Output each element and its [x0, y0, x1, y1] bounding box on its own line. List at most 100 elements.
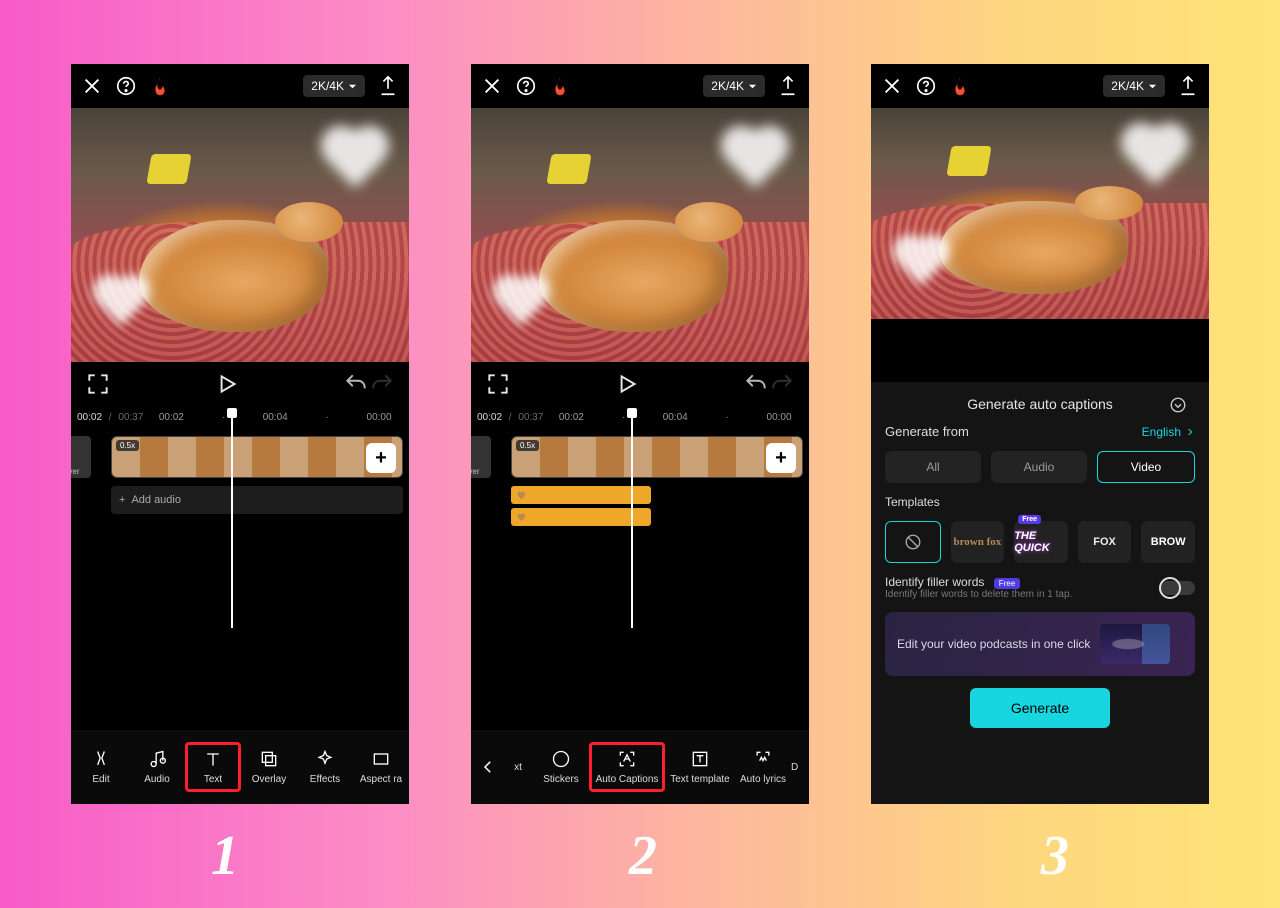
- tool-overlay[interactable]: Overlay: [241, 749, 297, 785]
- filler-label: Identify filler words: [885, 575, 984, 589]
- generate-from-label: Generate from: [885, 424, 969, 439]
- tool-effects[interactable]: Effects: [297, 749, 353, 785]
- bottom-toolbar: xt Stickers Auto Captions Text template …: [471, 730, 809, 804]
- template-brow[interactable]: BROW: [1141, 521, 1195, 563]
- tool-edit[interactable]: Edit: [73, 749, 129, 785]
- promo-wave-graphic: [1100, 624, 1170, 664]
- tool-stickers[interactable]: Stickers: [533, 749, 589, 785]
- bottom-toolbar: Edit Audio Text Overlay Effects Aspect r…: [71, 730, 409, 804]
- fullscreen-icon[interactable]: [85, 371, 111, 397]
- help-icon[interactable]: [915, 75, 937, 97]
- tool-draw-partial[interactable]: D: [791, 762, 809, 773]
- ruler-tick: 00:00: [355, 412, 403, 423]
- video-clip[interactable]: 0.5x +: [111, 436, 403, 478]
- tool-auto-lyrics[interactable]: Auto lyrics: [735, 749, 791, 785]
- clip-speed-badge: 0.5x: [516, 440, 539, 451]
- quality-selector[interactable]: 2K/4K: [303, 75, 365, 97]
- transport-controls: [471, 362, 809, 406]
- playhead[interactable]: [231, 414, 233, 628]
- effect-track-1[interactable]: [511, 486, 651, 504]
- add-clip-button[interactable]: +: [766, 443, 796, 473]
- timeline[interactable]: ver 0.5x + +Add audio: [71, 428, 409, 638]
- toolbar-back-button[interactable]: [473, 758, 503, 776]
- template-brownfox[interactable]: brown fox: [951, 521, 1005, 563]
- time-current: 00:02: [477, 412, 502, 423]
- heart-overlay-icon: [1115, 125, 1195, 197]
- ruler-tick: 00:02: [147, 412, 195, 423]
- streak-icon[interactable]: [149, 75, 171, 97]
- template-none[interactable]: [885, 521, 941, 563]
- heart-overlay-icon: [888, 237, 954, 296]
- play-button[interactable]: [214, 371, 240, 397]
- time-ruler[interactable]: 00:02 / 00:37 00:02· 00:04· 00:00: [471, 406, 809, 428]
- undo-button[interactable]: [343, 371, 369, 397]
- cover-thumbnail[interactable]: ver: [71, 436, 91, 478]
- video-clip[interactable]: 0.5x +: [511, 436, 803, 478]
- heart-overlay-icon: [715, 128, 795, 200]
- generate-button[interactable]: Generate: [970, 688, 1110, 728]
- ruler-tick: 00:04: [251, 412, 299, 423]
- effect-track-2[interactable]: [511, 508, 651, 526]
- video-preview[interactable]: [871, 108, 1209, 319]
- close-icon[interactable]: [81, 75, 103, 97]
- quality-selector[interactable]: 2K/4K: [1103, 75, 1165, 97]
- tool-auto-captions[interactable]: Auto Captions: [589, 742, 665, 792]
- redo-button: [769, 371, 795, 397]
- time-current: 00:02: [77, 412, 102, 423]
- templates-row: brown fox Free THE QUICK FOX BROW: [885, 521, 1195, 563]
- auto-captions-sheet: Generate auto captions Generate from Eng…: [871, 382, 1209, 804]
- topbar: 2K/4K: [871, 64, 1209, 108]
- seg-video[interactable]: Video: [1097, 451, 1195, 483]
- tool-aspect-ratio[interactable]: Aspect ra: [353, 749, 409, 785]
- step-number-2: 2: [474, 824, 812, 888]
- add-clip-button[interactable]: +: [366, 443, 396, 473]
- heart-overlay-icon: [88, 276, 154, 335]
- filler-toggle[interactable]: [1161, 581, 1195, 595]
- time-ruler[interactable]: 00:02 / 00:37 00:02 · 00:04 · 00:00: [71, 406, 409, 428]
- play-button[interactable]: [614, 371, 640, 397]
- tool-text[interactable]: Text: [185, 742, 241, 792]
- help-icon[interactable]: [515, 75, 537, 97]
- close-icon[interactable]: [481, 75, 503, 97]
- tool-text-partial[interactable]: xt: [503, 762, 533, 773]
- seg-audio[interactable]: Audio: [991, 451, 1087, 483]
- timeline[interactable]: ver 0.5x +: [471, 428, 809, 638]
- ruler-tick: 00:04: [651, 412, 699, 423]
- seg-all[interactable]: All: [885, 451, 981, 483]
- language-selector[interactable]: English: [1142, 425, 1195, 439]
- free-badge: Free: [994, 578, 1020, 589]
- redo-button: [369, 371, 395, 397]
- streak-icon[interactable]: [949, 75, 971, 97]
- ruler-tick: 00:02: [547, 412, 595, 423]
- video-preview[interactable]: [71, 108, 409, 362]
- export-icon[interactable]: [777, 75, 799, 97]
- templates-label: Templates: [885, 495, 1195, 509]
- add-audio-track[interactable]: +Add audio: [111, 486, 403, 514]
- video-preview[interactable]: [471, 108, 809, 362]
- undo-button[interactable]: [743, 371, 769, 397]
- export-icon[interactable]: [377, 75, 399, 97]
- help-icon[interactable]: [115, 75, 137, 97]
- playhead[interactable]: [631, 414, 633, 628]
- topbar: 2K/4K: [471, 64, 809, 108]
- close-icon[interactable]: [881, 75, 903, 97]
- cover-thumbnail[interactable]: ver: [471, 436, 491, 478]
- ruler-tick: 00:00: [755, 412, 803, 423]
- promo-banner[interactable]: Edit your video podcasts in one click: [885, 612, 1195, 676]
- template-thequick[interactable]: Free THE QUICK: [1014, 521, 1068, 563]
- export-icon[interactable]: [1177, 75, 1199, 97]
- quality-label: 2K/4K: [311, 79, 344, 93]
- tool-text-template[interactable]: Text template: [665, 749, 735, 785]
- transport-controls: [71, 362, 409, 406]
- streak-icon[interactable]: [549, 75, 571, 97]
- quality-selector[interactable]: 2K/4K: [703, 75, 765, 97]
- sheet-collapse-button[interactable]: [1169, 396, 1187, 414]
- time-total: 00:37: [518, 412, 543, 423]
- step-number-3: 3: [886, 824, 1224, 888]
- tool-audio[interactable]: Audio: [129, 749, 185, 785]
- template-fox[interactable]: FOX: [1078, 521, 1132, 563]
- promo-text: Edit your video podcasts in one click: [897, 637, 1090, 651]
- filler-sub-label: Identify filler words to delete them in …: [885, 589, 1072, 600]
- filler-words-row: Identify filler words Free Identify fill…: [885, 575, 1195, 600]
- fullscreen-icon[interactable]: [485, 371, 511, 397]
